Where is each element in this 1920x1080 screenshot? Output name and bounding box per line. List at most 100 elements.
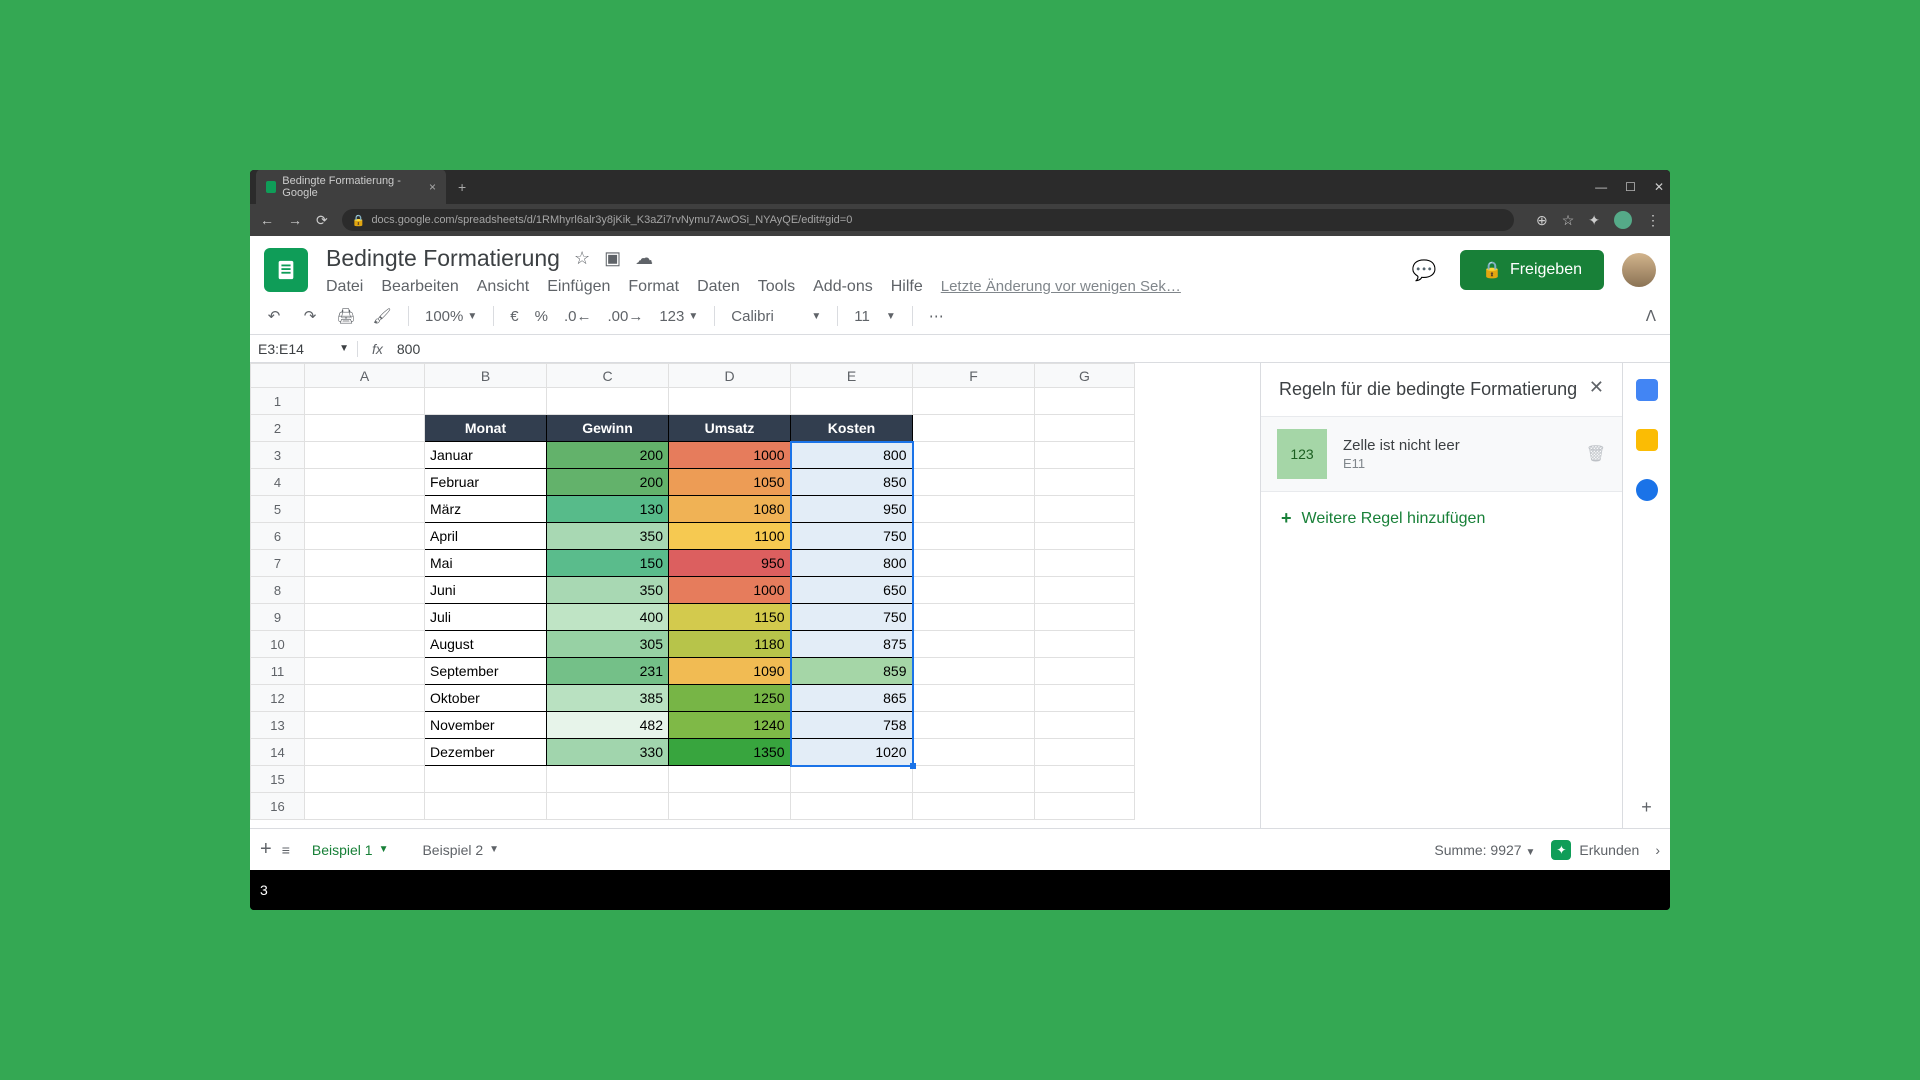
cell[interactable]: 800 (791, 550, 913, 577)
cell[interactable] (1035, 523, 1135, 550)
cell[interactable] (791, 793, 913, 820)
menu-daten[interactable]: Daten (697, 278, 740, 296)
cell[interactable]: 1250 (669, 685, 791, 712)
delete-rule-icon[interactable]: 🗑 (1586, 444, 1606, 464)
cell[interactable] (305, 793, 425, 820)
back-icon[interactable]: ← (260, 212, 274, 228)
cell[interactable]: Dezember (425, 739, 547, 766)
cell[interactable] (913, 793, 1035, 820)
cell[interactable] (305, 604, 425, 631)
new-tab-button[interactable]: + (450, 179, 474, 195)
cell[interactable]: November (425, 712, 547, 739)
url-field[interactable]: 🔒 docs.google.com/spreadsheets/d/1RMhyrl… (342, 209, 1514, 231)
explore-button[interactable]: ✦ Erkunden (1551, 840, 1639, 860)
cell[interactable]: September (425, 658, 547, 685)
row-header[interactable]: 2 (251, 415, 305, 442)
row-header[interactable]: 10 (251, 631, 305, 658)
more-toolbar-icon[interactable]: ⋯ (929, 307, 944, 325)
table-header-cell[interactable]: Umsatz (669, 415, 791, 442)
last-edit-text[interactable]: Letzte Änderung vor wenigen Sek… (941, 278, 1181, 296)
forward-icon[interactable]: → (288, 212, 302, 228)
table-header-cell[interactable]: Monat (425, 415, 547, 442)
row-header[interactable]: 12 (251, 685, 305, 712)
browser-tab[interactable]: Bedingte Formatierung - Google × (256, 170, 446, 205)
add-sheet-icon[interactable]: + (260, 838, 272, 861)
cell[interactable]: 1020 (791, 739, 913, 766)
cell[interactable] (425, 388, 547, 415)
cell[interactable]: 758 (791, 712, 913, 739)
cell[interactable] (913, 469, 1035, 496)
cell[interactable]: 850 (791, 469, 913, 496)
col-header-B[interactable]: B (425, 364, 547, 388)
menu-hilfe[interactable]: Hilfe (891, 278, 923, 296)
cell[interactable]: 200 (547, 469, 669, 496)
paint-format-icon[interactable]: 🖌 (372, 307, 392, 325)
cell[interactable] (913, 523, 1035, 550)
cell[interactable] (305, 658, 425, 685)
cell[interactable]: 1000 (669, 442, 791, 469)
collapse-toolbar-icon[interactable]: ᐱ (1646, 307, 1656, 325)
cell[interactable]: 350 (547, 577, 669, 604)
cell[interactable]: 650 (791, 577, 913, 604)
increase-decimal-icon[interactable]: .00→ (607, 308, 643, 325)
cell[interactable] (791, 388, 913, 415)
select-all-corner[interactable] (251, 364, 305, 388)
row-header[interactable]: 6 (251, 523, 305, 550)
col-header-D[interactable]: D (669, 364, 791, 388)
row-header[interactable]: 8 (251, 577, 305, 604)
row-header[interactable]: 16 (251, 793, 305, 820)
name-box[interactable]: E3:E14 ▼ (250, 341, 358, 357)
sheet-tab-1[interactable]: Beispiel 1▼ (300, 834, 401, 866)
menu-tools[interactable]: Tools (758, 278, 795, 296)
cell[interactable]: 750 (791, 523, 913, 550)
cell[interactable]: 231 (547, 658, 669, 685)
cell[interactable]: 1240 (669, 712, 791, 739)
cell[interactable]: 950 (791, 496, 913, 523)
maximize-icon[interactable]: ☐ (1625, 180, 1636, 194)
col-header-G[interactable]: G (1035, 364, 1135, 388)
cell[interactable] (305, 415, 425, 442)
cell[interactable]: 1090 (669, 658, 791, 685)
cell[interactable]: Januar (425, 442, 547, 469)
cell[interactable] (1035, 739, 1135, 766)
menu-addons[interactable]: Add-ons (813, 278, 873, 296)
cell[interactable]: 482 (547, 712, 669, 739)
zoom-icon[interactable]: ⊕ (1536, 212, 1548, 229)
cell[interactable] (305, 388, 425, 415)
cell[interactable]: 1100 (669, 523, 791, 550)
close-tab-icon[interactable]: × (429, 180, 436, 194)
cell[interactable] (305, 496, 425, 523)
table-header-cell[interactable]: Kosten (791, 415, 913, 442)
row-header[interactable]: 15 (251, 766, 305, 793)
cell[interactable] (547, 793, 669, 820)
close-panel-icon[interactable]: ✕ (1589, 377, 1604, 398)
add-rule-button[interactable]: + Weitere Regel hinzufügen (1261, 492, 1622, 545)
print-icon[interactable]: 🖨 (336, 307, 356, 325)
calendar-icon[interactable] (1636, 379, 1658, 401)
menu-einfuegen[interactable]: Einfügen (547, 278, 610, 296)
cell[interactable]: 865 (791, 685, 913, 712)
cell[interactable]: 1150 (669, 604, 791, 631)
cell[interactable] (1035, 631, 1135, 658)
cell[interactable] (1035, 550, 1135, 577)
cell[interactable] (305, 442, 425, 469)
star-icon[interactable]: ☆ (1562, 212, 1575, 229)
cell[interactable] (913, 442, 1035, 469)
cell[interactable] (913, 658, 1035, 685)
menu-icon[interactable]: ⋮ (1646, 212, 1660, 229)
cell[interactable]: Februar (425, 469, 547, 496)
spreadsheet-grid[interactable]: A B C D E F G 12MonatGewinnUmsatzKosten3… (250, 363, 1260, 828)
font-select[interactable]: Calibri▼ (731, 308, 821, 325)
tasks-icon[interactable] (1636, 479, 1658, 501)
cell[interactable] (305, 685, 425, 712)
doc-title[interactable]: Bedingte Formatierung (326, 245, 560, 272)
col-header-A[interactable]: A (305, 364, 425, 388)
comments-icon[interactable]: 💬 (1406, 252, 1442, 288)
currency-icon[interactable]: € (510, 308, 518, 325)
cell[interactable] (425, 793, 547, 820)
cell[interactable] (913, 685, 1035, 712)
cell[interactable] (1035, 469, 1135, 496)
cell[interactable] (913, 766, 1035, 793)
cell[interactable] (1035, 442, 1135, 469)
cell[interactable] (913, 577, 1035, 604)
